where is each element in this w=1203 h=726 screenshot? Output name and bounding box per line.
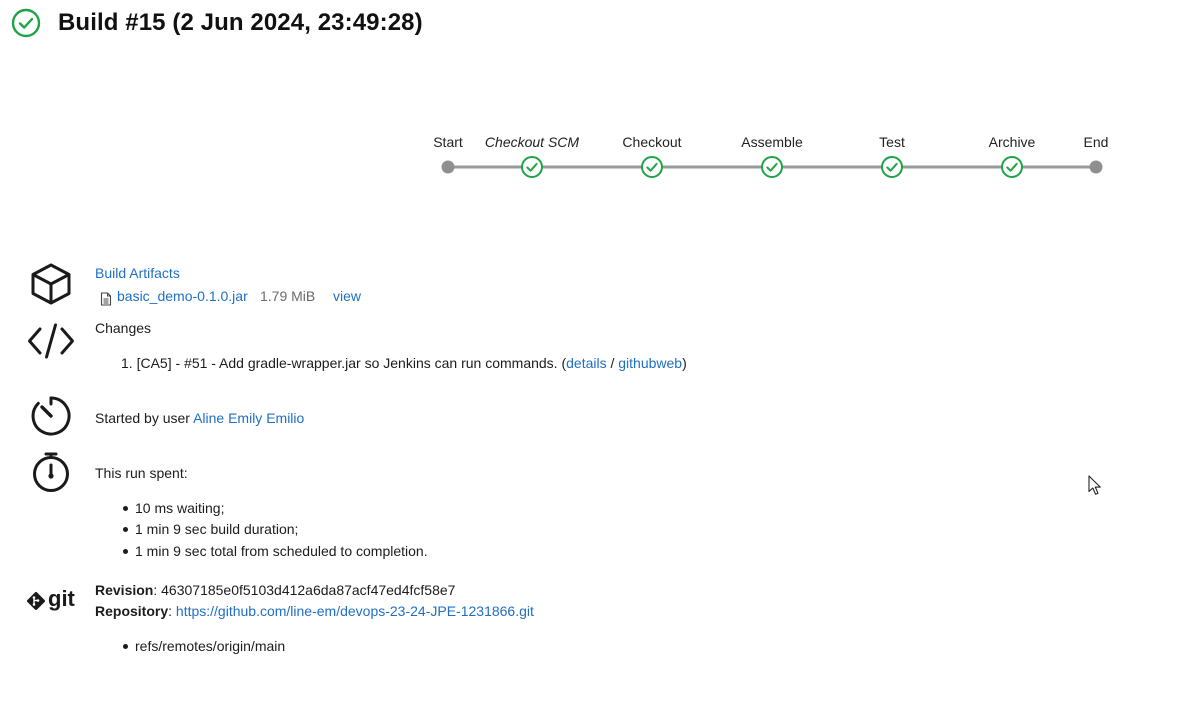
list-bullet (123, 549, 128, 554)
git-icon: git (26, 586, 75, 612)
change-githubweb-link[interactable]: githubweb (618, 355, 682, 371)
list-bullet (123, 527, 128, 532)
stage-node-archive[interactable] (1001, 156, 1023, 178)
timing-title: This run spent: (95, 465, 188, 481)
git-diamond-icon (27, 592, 45, 610)
changes-title: Changes (95, 320, 152, 336)
git-ref-item: refs/remotes/origin/main (135, 638, 286, 654)
change-closing: ) (682, 355, 687, 371)
artifact-file-size: 1.79 MiB (260, 288, 316, 304)
file-icon (100, 292, 112, 306)
stage-label-checkout-scm[interactable]: Checkout SCM (485, 134, 579, 150)
code-icon (28, 323, 74, 359)
change-number: 1. (121, 355, 133, 371)
revision-label: Revision (95, 582, 154, 598)
list-bullet (123, 644, 128, 649)
repository-link[interactable]: https://github.com/line-em/devops-23-24-… (176, 603, 534, 619)
change-list-item: 1. [CA5] - #51 - Add gradle-wrapper.jar … (121, 355, 687, 371)
stage-node-start[interactable] (441, 160, 455, 174)
build-artifacts-link[interactable]: Build Artifacts (95, 265, 180, 281)
artifact-view-link[interactable]: view (333, 288, 361, 304)
artifact-file-link[interactable]: basic_demo-0.1.0.jar (117, 288, 248, 304)
user-link[interactable]: Aline Emily Emilio (193, 410, 304, 426)
revision-hash: 46307185e0f5103d412a6da87acf47ed4fcf58e7 (161, 582, 456, 598)
mouse-pointer-icon (1088, 475, 1101, 495)
timing-item: 1 min 9 sec total from scheduled to comp… (135, 543, 428, 559)
change-text: [CA5] - #51 - Add gradle-wrapper.jar so … (136, 355, 567, 371)
timing-item: 10 ms waiting; (135, 500, 225, 516)
stage-label-assemble[interactable]: Assemble (741, 134, 802, 150)
stopwatch-icon (33, 452, 69, 492)
repository-label: Repository (95, 603, 169, 619)
stage-node-checkout-scm[interactable] (521, 156, 543, 178)
stage-label-end: End (1083, 134, 1109, 150)
git-logo-text: git (48, 586, 75, 611)
change-details-link[interactable]: details (566, 355, 606, 371)
stage-node-end[interactable] (1089, 160, 1103, 174)
stage-label-checkout[interactable]: Checkout (622, 134, 681, 150)
stage-node-checkout[interactable] (641, 156, 663, 178)
stage-node-assemble[interactable] (761, 156, 783, 178)
list-bullet (123, 506, 128, 511)
pipeline-graph: Start Checkout SCM Checkout Assemble Tes… (0, 0, 1203, 220)
started-by-prefix: Started by user (95, 410, 194, 426)
stage-node-test[interactable] (881, 156, 903, 178)
repository-line: Repository: https://github.com/line-em/d… (95, 603, 534, 619)
pipeline-track (441, 156, 1103, 178)
package-icon (31, 263, 71, 305)
timer-icon (31, 396, 71, 436)
timing-item: 1 min 9 sec build duration; (135, 521, 299, 537)
started-by-text: Started by user Aline Emily Emilio (95, 410, 304, 426)
change-separator: / (606, 355, 619, 371)
stage-label-test[interactable]: Test (879, 134, 905, 150)
revision-line: Revision: 46307185e0f5103d412a6da87acf47… (95, 582, 456, 598)
stage-label-archive[interactable]: Archive (989, 134, 1036, 150)
stage-label-start: Start (433, 134, 463, 150)
